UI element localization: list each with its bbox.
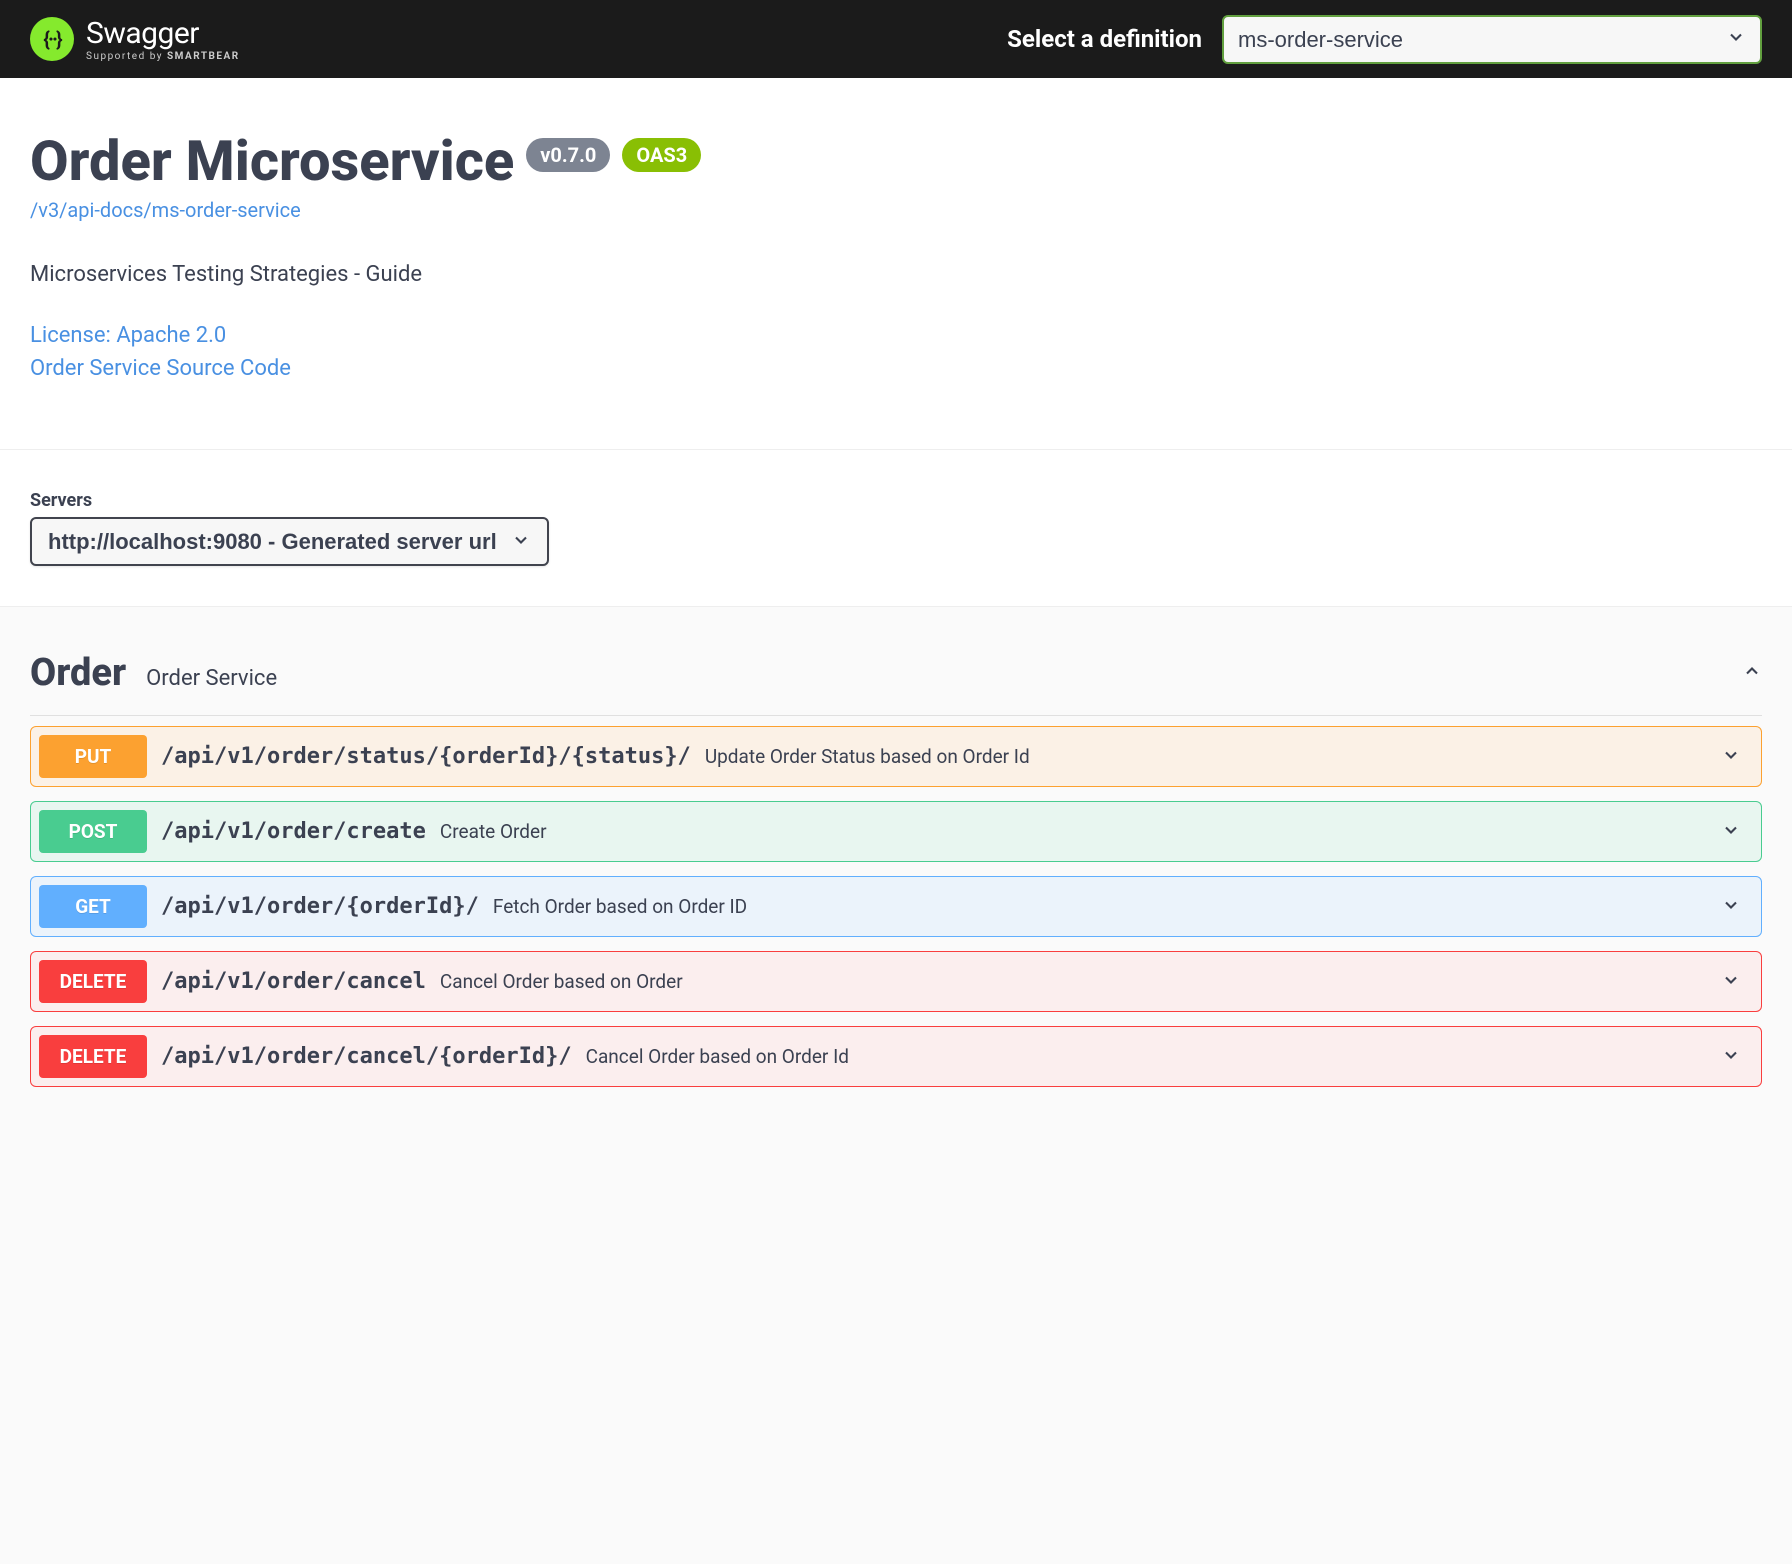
- operation-path: /api/v1/order/status/{orderId}/{status}/: [161, 744, 691, 769]
- operation-row[interactable]: PUT/api/v1/order/status/{orderId}/{statu…: [30, 726, 1762, 787]
- license-link[interactable]: License: Apache 2.0: [30, 323, 1762, 348]
- operation-summary: Cancel Order based on Order Id: [586, 1045, 849, 1068]
- servers-section: Servers http://localhost:9080 - Generate…: [0, 450, 1792, 607]
- operation-summary: Cancel Order based on Order: [440, 970, 683, 993]
- operation-path: /api/v1/order/cancel/{orderId}/: [161, 1044, 572, 1069]
- definition-select-wrap: ms-order-service: [1222, 15, 1762, 64]
- info-section: Order Microservice v0.7.0 OAS3 /v3/api-d…: [0, 78, 1792, 450]
- tag-header[interactable]: Order Order Service: [30, 637, 1762, 716]
- version-badge: v0.7.0: [526, 138, 610, 172]
- servers-select[interactable]: http://localhost:9080 - Generated server…: [32, 519, 547, 564]
- method-badge: DELETE: [39, 1035, 147, 1078]
- supported-by: Supported by SMARTBEAR: [86, 51, 240, 62]
- chevron-down-icon: [1721, 820, 1741, 844]
- operation-row[interactable]: DELETE/api/v1/order/cancel/{orderId}/ Can…: [30, 1026, 1762, 1087]
- method-badge: DELETE: [39, 960, 147, 1003]
- chevron-down-icon: [1721, 970, 1741, 994]
- tag-description: Order Service: [146, 666, 277, 691]
- method-badge: PUT: [39, 735, 147, 778]
- title-row: Order Microservice v0.7.0 OAS3: [30, 128, 1762, 194]
- swagger-logo-text: Swagger Supported by SMARTBEAR: [86, 16, 240, 62]
- api-description: Microservices Testing Strategies - Guide: [30, 262, 1762, 287]
- operation-row[interactable]: GET/api/v1/order/{orderId}/ Fetch Order b…: [30, 876, 1762, 937]
- operation-row[interactable]: DELETE/api/v1/order/cancel Cancel Order b…: [30, 951, 1762, 1012]
- info-links: License: Apache 2.0 Order Service Source…: [30, 323, 1762, 381]
- operations-wrapper: Order Order Service PUT/api/v1/order/sta…: [0, 607, 1792, 1131]
- definition-select[interactable]: ms-order-service: [1224, 17, 1760, 62]
- operation-path: /api/v1/order/{orderId}/: [161, 894, 479, 919]
- operations-list: PUT/api/v1/order/status/{orderId}/{statu…: [30, 726, 1762, 1087]
- chevron-up-icon: [1742, 661, 1762, 685]
- operation-path: /api/v1/order/cancel: [161, 969, 426, 994]
- chevron-down-icon: [1721, 895, 1741, 919]
- swagger-logo: {··} Swagger Supported by SMARTBEAR: [30, 16, 240, 62]
- operation-row[interactable]: POST/api/v1/order/create Create Order: [30, 801, 1762, 862]
- source-code-link[interactable]: Order Service Source Code: [30, 356, 1762, 381]
- api-title: Order Microservice: [30, 128, 514, 194]
- definition-label: Select a definition: [1007, 25, 1202, 53]
- operation-path: /api/v1/order/create: [161, 819, 426, 844]
- operation-summary: Update Order Status based on Order Id: [705, 745, 1030, 768]
- operation-summary: Create Order: [440, 820, 547, 843]
- chevron-down-icon: [1721, 745, 1741, 769]
- operation-summary: Fetch Order based on Order ID: [493, 895, 747, 918]
- servers-label: Servers: [30, 490, 1762, 511]
- api-docs-link[interactable]: /v3/api-docs/ms-order-service: [30, 198, 301, 222]
- tag-name: Order: [30, 651, 126, 695]
- topbar: {··} Swagger Supported by SMARTBEAR Sele…: [0, 0, 1792, 78]
- brand-name: Swagger: [86, 16, 240, 51]
- servers-select-wrap: http://localhost:9080 - Generated server…: [30, 517, 549, 566]
- chevron-down-icon: [1721, 1045, 1741, 1069]
- oas-badge: OAS3: [622, 138, 701, 172]
- method-badge: GET: [39, 885, 147, 928]
- method-badge: POST: [39, 810, 147, 853]
- swagger-logo-icon: {··}: [30, 17, 74, 61]
